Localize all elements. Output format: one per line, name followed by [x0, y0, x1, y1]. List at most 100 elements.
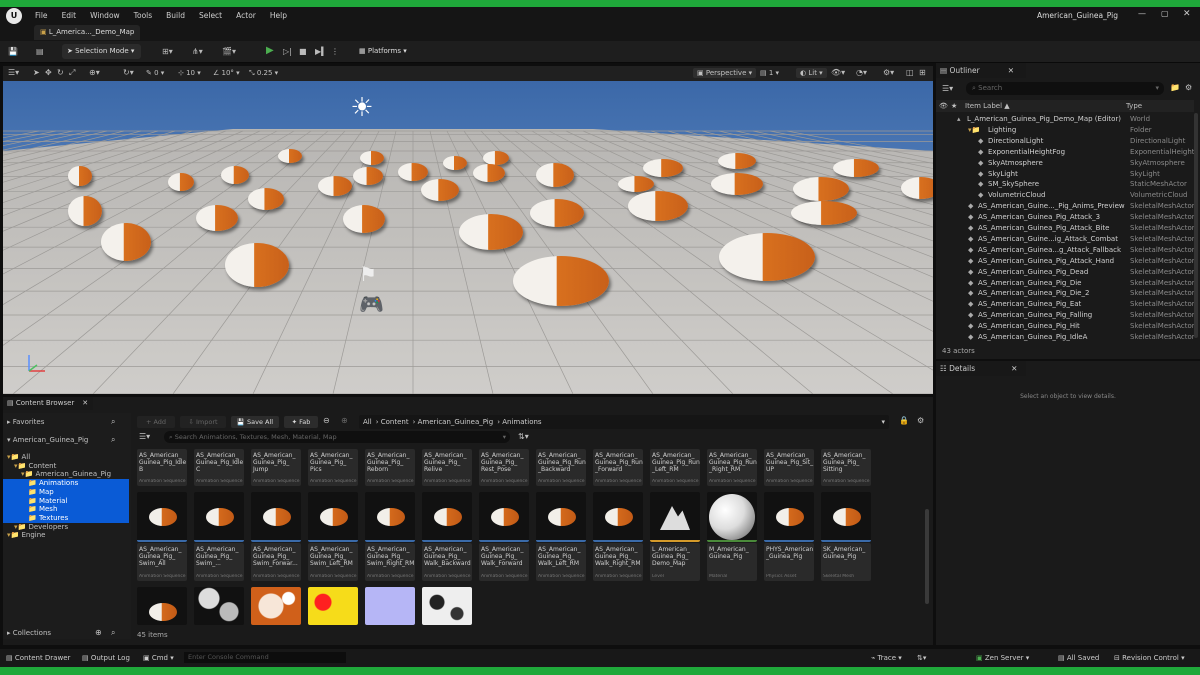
move-tool-icon[interactable]: ✥ — [45, 67, 52, 79]
output-log-button[interactable]: ▤ Output Log — [82, 649, 130, 667]
asset-tile[interactable]: AS_American_ Guinea_Pig_Run _Forward Anim… — [593, 449, 643, 486]
world-space-icon[interactable]: ⊕▾ — [89, 67, 100, 79]
asset-tile[interactable]: AS_American_ Guinea_Pig_ Walk_Left_RM Ani… — [536, 543, 586, 581]
guinea-pig-model[interactable] — [483, 151, 509, 165]
guinea-pig-model[interactable] — [459, 214, 523, 250]
guinea-pig-model[interactable] — [530, 199, 584, 227]
console-input[interactable]: Enter Console Command — [184, 652, 346, 663]
guinea-pig-model[interactable] — [421, 179, 459, 201]
details-tab[interactable]: ☷ Details ✕ — [936, 361, 1026, 376]
outliner-row[interactable]: ◆ AS_American_Guinea_Pig_Attack_Bite Skele… — [936, 223, 1194, 234]
performance-icon[interactable]: ◔▾ — [856, 67, 867, 79]
guinea-pig-model[interactable] — [618, 176, 654, 192]
cb-filter-icon[interactable]: ☰▾ — [139, 432, 150, 441]
guinea-pig-model[interactable] — [101, 223, 151, 261]
guinea-pig-model[interactable] — [833, 159, 879, 177]
selection-mode-button[interactable]: ➤ Selection Mode ▾ — [62, 44, 141, 59]
asset-tile[interactable]: AS_American_ Guinea_Pig_ Walk_Forward Ani… — [479, 543, 529, 581]
scale-snap[interactable]: ⤡ 0.25 ▾ — [249, 69, 278, 78]
guinea-pig-model[interactable] — [318, 176, 352, 196]
trace-button[interactable]: ⌁ Trace ▾ — [871, 649, 902, 667]
history-forward-icon[interactable]: ⊕ — [341, 416, 348, 425]
outliner-row[interactable]: ◆ VolumetricCloud VolumetricCloud — [936, 190, 1194, 201]
cb-add-button[interactable]: + Add — [137, 416, 175, 428]
asset-thumbnail[interactable] — [422, 492, 472, 542]
asset-tile[interactable]: AS_American_ Guinea_Pig_Run _Right_RM Ani… — [707, 449, 757, 486]
breadcrumb-dropdown-icon[interactable]: ▾ — [881, 415, 885, 429]
cb-import-button[interactable]: ⇩ Import — [180, 416, 226, 428]
asset-thumbnail[interactable] — [422, 587, 472, 625]
perspective-button[interactable]: ▣ Perspective ▾ — [693, 68, 757, 78]
viewport-menu-icon[interactable]: ☰▾ — [8, 67, 19, 79]
zen-server-button[interactable]: ▣ Zen Server ▾ — [976, 649, 1029, 667]
folder-tree-item[interactable]: ▾📁 Developers — [3, 523, 129, 532]
menu-edit[interactable]: Edit — [55, 7, 84, 24]
menu-select[interactable]: Select — [192, 7, 229, 24]
outliner-row[interactable]: ◆ AS_American_Guinea_Pig_Falling SkeletalM… — [936, 310, 1194, 321]
outliner-tab-close-icon[interactable]: ✕ — [1008, 66, 1014, 75]
level-viewport[interactable]: ☀ ⚑🎮 — [3, 81, 933, 394]
outliner-row[interactable]: ◆ AS_American_Guinea_Pig_Die SkeletalMeshA… — [936, 278, 1194, 289]
guinea-pig-model[interactable] — [513, 256, 609, 306]
menu-actor[interactable]: Actor — [229, 7, 263, 24]
outliner-row[interactable]: ◆ AS_American_Guinea_Pig_Hit SkeletalMeshA… — [936, 321, 1194, 332]
outliner-row[interactable]: ◆ SkyLight SkyLight — [936, 169, 1194, 180]
project-search-icon[interactable]: ⌕ — [111, 435, 115, 445]
collections-search-icon[interactable]: ⌕ — [111, 628, 115, 638]
folder-tree-item[interactable]: ▾📁 American_Guinea_Pig — [3, 470, 129, 479]
breadcrumb-item[interactable]: Animations — [502, 418, 541, 426]
settings-icon[interactable]: ⚙▾ — [883, 67, 894, 79]
lock-icon[interactable]: 🔒 — [899, 416, 909, 425]
outliner-scrollbar[interactable] — [1194, 113, 1198, 338]
cb-settings-icon[interactable]: ⚙ — [917, 416, 924, 425]
level-tab[interactable]: ▣ L_America..._Demo_Map — [34, 25, 141, 40]
outliner-search[interactable]: ⌕ Search ▾ — [966, 82, 1164, 95]
cmd-button[interactable]: ▣ Cmd ▾ — [143, 649, 174, 667]
add-folder-icon[interactable]: 📁 — [1170, 83, 1180, 92]
guinea-pig-model[interactable] — [473, 164, 505, 182]
asset-thumbnail[interactable] — [137, 587, 187, 625]
guinea-pig-model[interactable] — [225, 243, 289, 287]
asset-tile[interactable]: AS_American_ Guinea_Pig_ Sitting Animatio… — [821, 449, 871, 486]
directional-light-icon[interactable]: ☀ — [347, 93, 377, 123]
asset-thumbnail[interactable] — [194, 587, 244, 625]
rotation-snap[interactable]: ✎ 0 ▾ — [146, 69, 164, 77]
asset-thumbnail[interactable] — [593, 492, 643, 542]
guinea-pig-model[interactable] — [718, 153, 756, 169]
grid-snap[interactable]: ⊹ 10 ▾ — [178, 69, 201, 77]
play-icon[interactable]: ▶ — [266, 45, 274, 57]
outliner-row[interactable]: ◆ ExponentialHeightFog ExponentialHeightF — [936, 147, 1194, 158]
cb-fab-button[interactable]: ✦ Fab — [284, 416, 318, 428]
folder-tree-item[interactable]: 📁 Mesh — [3, 505, 129, 515]
guinea-pig-model[interactable] — [168, 173, 194, 191]
guinea-pig-model[interactable] — [353, 167, 383, 185]
guinea-pig-model[interactable] — [398, 163, 428, 181]
outliner-row[interactable]: ◆ AS_American_Guinea_Pig_IdleA SkeletalMes… — [936, 332, 1194, 343]
asset-thumbnail[interactable] — [821, 492, 871, 542]
asset-tile[interactable]: AS_American_ Guinea_Pig_Idle B Animation … — [137, 449, 187, 486]
outliner-row[interactable]: ◆ AS_American_Guine...ig_Attack_Combat Ske… — [936, 234, 1194, 245]
guinea-pig-model[interactable] — [719, 233, 815, 281]
maximize-icon[interactable]: ▢ — [1161, 9, 1169, 18]
guinea-pig-model[interactable] — [196, 205, 238, 231]
asset-thumbnail[interactable] — [536, 492, 586, 542]
asset-tile[interactable]: PHYS_American _Guinea_Pig Physics Asset — [764, 543, 814, 581]
outliner-tab[interactable]: ▤ Outliner ✕ — [936, 63, 1026, 78]
outliner-row[interactable]: ◆ SkyAtmosphere SkyAtmosphere — [936, 158, 1194, 169]
derived-data-icon[interactable]: ⇅▾ — [917, 649, 926, 667]
guinea-pig-model[interactable] — [536, 163, 574, 187]
asset-tile[interactable]: AS_American_ Guinea_Pig_ Swim_Forwar... A… — [251, 543, 301, 581]
asset-thumbnail[interactable] — [365, 492, 415, 542]
asset-tile[interactable]: AS_American_ Guinea_Pig_Sit_ UP Animation… — [764, 449, 814, 486]
outliner-row[interactable]: ◆ AS_American_Guinea_Pig_Eat SkeletalMeshA… — [936, 299, 1194, 310]
outliner-row[interactable]: ◆ AS_American_Guinea...g_Attack_Fallback S… — [936, 245, 1194, 256]
folder-tree-item[interactable]: 📁 Textures — [3, 513, 129, 523]
guinea-pig-model[interactable] — [360, 151, 384, 165]
asset-thumbnail[interactable] — [251, 492, 301, 542]
folder-tree-item[interactable]: 📁 Animations — [3, 479, 129, 489]
asset-tile[interactable]: AS_American_ Guinea_Pig_ Jump Animation S… — [251, 449, 301, 486]
breadcrumb-item[interactable]: All — [363, 418, 372, 426]
browse-icon[interactable]: ▤ — [36, 46, 44, 58]
guinea-pig-model[interactable] — [221, 166, 249, 184]
minimize-icon[interactable]: — — [1138, 9, 1146, 18]
